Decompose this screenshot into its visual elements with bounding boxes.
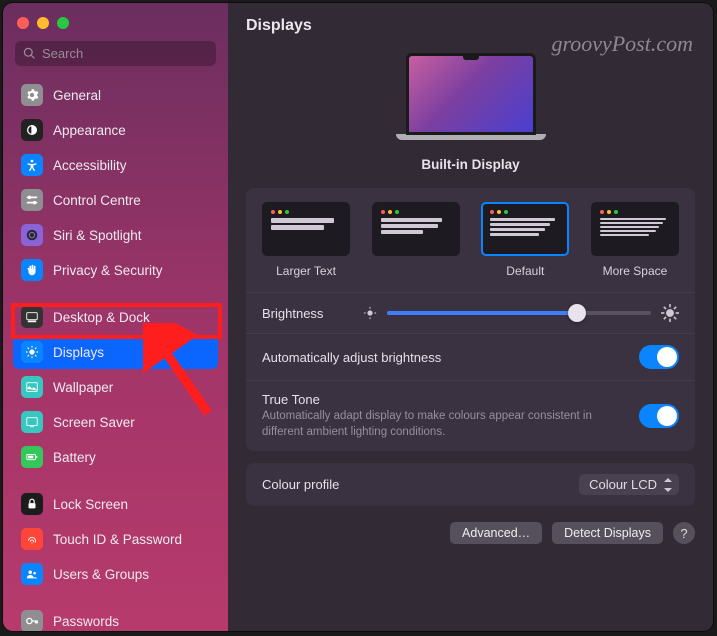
minimize-button[interactable] <box>37 17 49 29</box>
main-content: Built-in Display Larger Text Default <box>228 45 713 631</box>
true-tone-row: True Tone Automatically adapt display to… <box>246 380 695 451</box>
sidebar-item-lock-screen[interactable]: Lock Screen <box>13 487 218 521</box>
sidebar-item-label: Siri & Spotlight <box>53 228 142 243</box>
sidebar-item-label: Wallpaper <box>53 380 113 395</box>
zoom-button[interactable] <box>57 17 69 29</box>
main-panel: Displays Built-in Display Larger Text <box>228 3 713 631</box>
sidebar-item-label: General <box>53 88 101 103</box>
sidebar-item-label: Accessibility <box>53 158 127 173</box>
sidebar-item-privacy[interactable]: Privacy & Security <box>13 253 218 287</box>
colour-profile-value: Colour LCD <box>589 477 657 492</box>
sidebar-item-label: Screen Saver <box>53 415 135 430</box>
resolution-panel: Larger Text Default More Space <box>246 188 695 451</box>
sidebar-item-users-groups[interactable]: Users & Groups <box>13 557 218 591</box>
accessibility-icon <box>21 154 43 176</box>
search-placeholder: Search <box>42 46 83 61</box>
scale-option-more-space[interactable]: More Space <box>591 202 679 278</box>
advanced-button[interactable]: Advanced… <box>450 522 542 544</box>
chevron-updown-icon <box>663 478 673 492</box>
screen-saver-icon <box>21 411 43 433</box>
sidebar-item-general[interactable]: General <box>13 78 218 112</box>
sidebar-item-touch-id[interactable]: Touch ID & Password <box>13 522 218 556</box>
true-tone-toggle[interactable] <box>639 404 679 428</box>
system-settings-window: Search General Appearance Accessibility … <box>3 3 713 631</box>
appearance-icon <box>21 119 43 141</box>
sidebar-item-label: Control Centre <box>53 193 141 208</box>
auto-brightness-row: Automatically adjust brightness <box>246 333 695 380</box>
sidebar-item-label: Desktop & Dock <box>53 310 150 325</box>
sidebar-item-displays[interactable]: Displays <box>13 335 218 369</box>
sidebar-item-desktop-dock[interactable]: Desktop & Dock <box>13 300 218 334</box>
brightness-label: Brightness <box>262 306 323 321</box>
siri-icon <box>21 224 43 246</box>
colour-profile-panel: Colour profile Colour LCD <box>246 463 695 506</box>
hand-icon <box>21 259 43 281</box>
scale-options: Larger Text Default More Space <box>246 188 695 292</box>
sidebar-item-wallpaper[interactable]: Wallpaper <box>13 370 218 404</box>
window-controls <box>3 13 228 41</box>
sidebar-item-label: Displays <box>53 345 104 360</box>
sidebar-item-label: Touch ID & Password <box>53 532 182 547</box>
colour-profile-row: Colour profile Colour LCD <box>246 463 695 506</box>
scale-option-larger-text[interactable]: Larger Text <box>262 202 350 278</box>
detect-displays-button[interactable]: Detect Displays <box>552 522 663 544</box>
sun-small-icon <box>363 306 377 320</box>
scale-option-default[interactable]: Default <box>481 202 569 278</box>
sidebar-item-label: Passwords <box>53 614 119 629</box>
sidebar-item-appearance[interactable]: Appearance <box>13 113 218 147</box>
sidebar-item-accessibility[interactable]: Accessibility <box>13 148 218 182</box>
control-centre-icon <box>21 189 43 211</box>
page-title: Displays <box>246 17 312 35</box>
gear-icon <box>21 84 43 106</box>
main-header: Displays <box>228 3 713 45</box>
display-icon <box>21 341 43 363</box>
sidebar-item-label: Privacy & Security <box>53 263 163 278</box>
sidebar-item-label: Battery <box>53 450 96 465</box>
fingerprint-icon <box>21 528 43 550</box>
auto-brightness-toggle[interactable] <box>639 345 679 369</box>
scale-option-2[interactable] <box>372 202 460 278</box>
sidebar-item-label: Appearance <box>53 123 126 138</box>
battery-icon <box>21 446 43 468</box>
brightness-row: Brightness <box>246 292 695 333</box>
help-button[interactable]: ? <box>673 522 695 544</box>
wallpaper-icon <box>21 376 43 398</box>
display-preview: Built-in Display <box>246 45 695 176</box>
sidebar-item-control-centre[interactable]: Control Centre <box>13 183 218 217</box>
footer-buttons: Advanced… Detect Displays ? <box>246 518 695 544</box>
key-icon <box>21 610 43 631</box>
scale-label: Larger Text <box>276 264 336 278</box>
auto-brightness-label: Automatically adjust brightness <box>262 350 441 365</box>
search-icon <box>23 47 36 60</box>
sidebar-item-battery[interactable]: Battery <box>13 440 218 474</box>
dock-icon <box>21 306 43 328</box>
sidebar-item-siri[interactable]: Siri & Spotlight <box>13 218 218 252</box>
lock-icon <box>21 493 43 515</box>
colour-profile-label: Colour profile <box>262 477 339 492</box>
brightness-slider[interactable] <box>363 304 679 322</box>
sidebar-list: General Appearance Accessibility Control… <box>3 78 228 631</box>
macbook-illustration <box>396 53 546 147</box>
colour-profile-select[interactable]: Colour LCD <box>579 474 679 495</box>
search-input[interactable]: Search <box>15 41 216 66</box>
sidebar-item-label: Users & Groups <box>53 567 149 582</box>
scale-label: More Space <box>603 264 668 278</box>
true-tone-desc: Automatically adapt display to make colo… <box>262 409 602 440</box>
true-tone-label: True Tone <box>262 392 602 407</box>
sidebar-item-passwords[interactable]: Passwords <box>13 604 218 631</box>
sidebar-item-screen-saver[interactable]: Screen Saver <box>13 405 218 439</box>
close-button[interactable] <box>17 17 29 29</box>
sidebar: Search General Appearance Accessibility … <box>3 3 228 631</box>
scale-label: Default <box>506 264 544 278</box>
sun-large-icon <box>661 304 679 322</box>
sidebar-item-label: Lock Screen <box>53 497 128 512</box>
users-icon <box>21 563 43 585</box>
display-name: Built-in Display <box>421 157 519 172</box>
